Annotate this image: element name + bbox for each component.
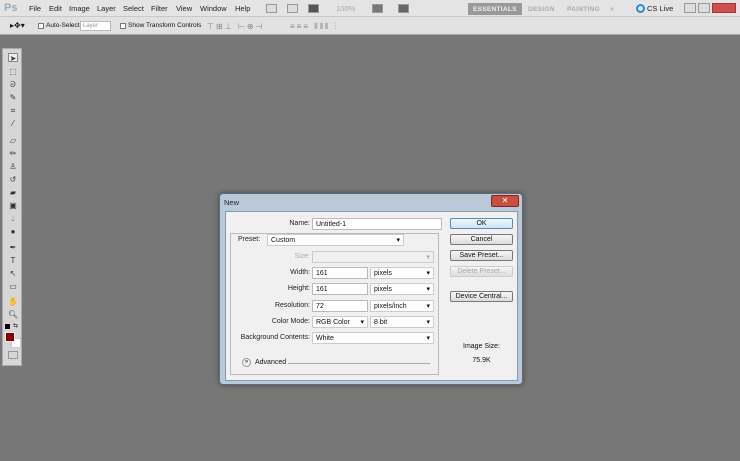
width-label: Width:: [290, 269, 310, 276]
height-unit-dropdown[interactable]: pixels: [370, 283, 434, 295]
foreground-color-swatch[interactable]: [5, 332, 15, 342]
marquee-tool-icon[interactable]: ⬚: [8, 67, 18, 76]
zoom-tool-icon[interactable]: 🔍︎: [8, 310, 18, 319]
move-tool-preset-icon[interactable]: ▸✥▾: [10, 21, 25, 30]
ok-button[interactable]: OK: [450, 218, 513, 229]
dialog-title: New: [224, 198, 240, 207]
auto-select-label: Auto-Select:: [46, 22, 82, 29]
auto-select-dropdown[interactable]: Layer: [80, 21, 111, 31]
minimize-button[interactable]: [684, 3, 696, 13]
toolbox: ➤ ⬚ ᘐ ✎ ⌗ ⁄ ▱ ✏ ♙ ↺ ▰ ▣ 💧︎ ● ✒ T ↖ ▭ ✋ 🔍…: [2, 48, 22, 366]
color-mode-dropdown[interactable]: RGB Color: [312, 316, 368, 328]
advanced-toggle-icon[interactable]: »: [242, 358, 251, 367]
pen-tool-icon[interactable]: ✒: [8, 243, 18, 252]
workspace-design[interactable]: DESIGN: [523, 3, 560, 15]
image-size-value: 75.9K: [472, 357, 491, 364]
shape-tool-icon[interactable]: ▭: [8, 282, 18, 291]
save-preset-button[interactable]: Save Preset...: [450, 250, 513, 261]
gradient-tool-icon[interactable]: ▣: [8, 201, 18, 210]
menu-window[interactable]: Window: [200, 4, 227, 13]
size-dropdown[interactable]: [312, 251, 434, 263]
menu-edit[interactable]: Edit: [49, 4, 62, 13]
cs-live-button[interactable]: CS Live: [647, 4, 673, 13]
advanced-divider: [288, 363, 430, 364]
workspace-painting[interactable]: PAINTING: [562, 3, 605, 15]
name-input[interactable]: Untitled-1: [312, 218, 442, 230]
width-input[interactable]: 161: [312, 267, 368, 279]
menu-filter[interactable]: Filter: [151, 4, 168, 13]
crop-tool-icon[interactable]: ⌗: [8, 106, 18, 115]
screen-mode-icon[interactable]: [398, 4, 409, 13]
image-size-label: Image Size:: [463, 343, 500, 350]
advanced-label[interactable]: Advanced: [255, 359, 286, 366]
default-colors-icon[interactable]: [5, 324, 10, 329]
menu-select[interactable]: Select: [123, 4, 144, 13]
eyedropper-tool-icon[interactable]: ⁄: [8, 119, 18, 128]
close-app-button[interactable]: [712, 3, 736, 13]
cancel-button[interactable]: Cancel: [450, 234, 513, 245]
menu-file[interactable]: File: [29, 4, 41, 13]
show-transform-checkbox[interactable]: [120, 23, 126, 29]
bit-depth-dropdown[interactable]: 8 bit: [370, 316, 434, 328]
path-selection-tool-icon[interactable]: ↖: [8, 269, 18, 278]
bridge-icon[interactable]: [266, 4, 277, 13]
resolution-unit-dropdown[interactable]: pixels/inch: [370, 300, 434, 312]
dialog-body: Name: Untitled-1 Preset: Custom Size: Wi…: [225, 211, 518, 381]
align-icons[interactable]: ⊤⊞⊥ ⊢⊕⊣: [207, 22, 265, 31]
arrange-documents-icon[interactable]: [372, 4, 383, 13]
dialog-close-button[interactable]: ✕: [491, 195, 519, 207]
delete-preset-button[interactable]: Delete Preset...: [450, 266, 513, 277]
mini-bridge-icon[interactable]: [287, 4, 298, 13]
width-unit-dropdown[interactable]: pixels: [370, 267, 434, 279]
options-bar: ▸✥▾ Auto-Select: Layer Show Transform Co…: [0, 17, 740, 35]
maximize-button[interactable]: [698, 3, 710, 13]
new-document-dialog: New ✕ Name: Untitled-1 Preset: Custom Si…: [219, 193, 523, 385]
dodge-tool-icon[interactable]: ●: [8, 227, 18, 236]
menu-view[interactable]: View: [176, 4, 192, 13]
height-label: Height:: [287, 285, 310, 292]
auto-select-checkbox[interactable]: [38, 23, 44, 29]
device-central-button[interactable]: Device Central...: [450, 291, 513, 302]
photoshop-logo: Ps: [4, 2, 18, 14]
preset-label: Preset:: [236, 236, 263, 243]
background-contents-dropdown[interactable]: White: [312, 332, 434, 344]
view-extras-icon[interactable]: [308, 4, 319, 13]
show-transform-label: Show Transform Controls: [128, 22, 202, 29]
hand-tool-icon[interactable]: ✋: [8, 297, 18, 306]
size-label: Size:: [294, 253, 310, 260]
eraser-tool-icon[interactable]: ▰: [8, 188, 18, 197]
menu-layer[interactable]: Layer: [97, 4, 116, 13]
menu-help[interactable]: Help: [235, 4, 250, 13]
resolution-input[interactable]: 72: [312, 300, 368, 312]
quick-mask-icon[interactable]: [8, 351, 18, 359]
healing-brush-tool-icon[interactable]: ▱: [8, 136, 18, 145]
color-mode-label: Color Mode:: [271, 318, 310, 325]
background-contents-label: Background Contents:: [240, 334, 310, 341]
menu-image[interactable]: Image: [69, 4, 90, 13]
move-tool-icon[interactable]: ➤: [8, 53, 18, 63]
clone-stamp-tool-icon[interactable]: ♙: [8, 162, 18, 171]
swap-colors-icon[interactable]: ⇆: [13, 322, 18, 329]
height-input[interactable]: 161: [312, 283, 368, 295]
blur-tool-icon[interactable]: 💧︎: [8, 214, 18, 223]
brush-tool-icon[interactable]: ✏: [8, 149, 18, 158]
name-label: Name:: [289, 220, 310, 227]
resolution-label: Resolution:: [274, 302, 310, 309]
more-workspaces-icon[interactable]: »: [610, 4, 614, 13]
preset-dropdown[interactable]: Custom: [267, 234, 404, 246]
workspace-essentials[interactable]: ESSENTIALS: [468, 3, 522, 15]
zoom-level[interactable]: 100%: [336, 4, 355, 13]
lasso-tool-icon[interactable]: ᘐ: [8, 80, 18, 89]
menu-bar: Ps File Edit Image Layer Select Filter V…: [0, 0, 740, 17]
history-brush-tool-icon[interactable]: ↺: [8, 175, 18, 184]
cs-live-icon: [636, 4, 645, 13]
quick-selection-tool-icon[interactable]: ✎: [8, 93, 18, 102]
distribute-icons[interactable]: ≡≡≡ ⫴⫴⫴ ⋮: [290, 22, 339, 32]
type-tool-icon[interactable]: T: [8, 256, 18, 265]
